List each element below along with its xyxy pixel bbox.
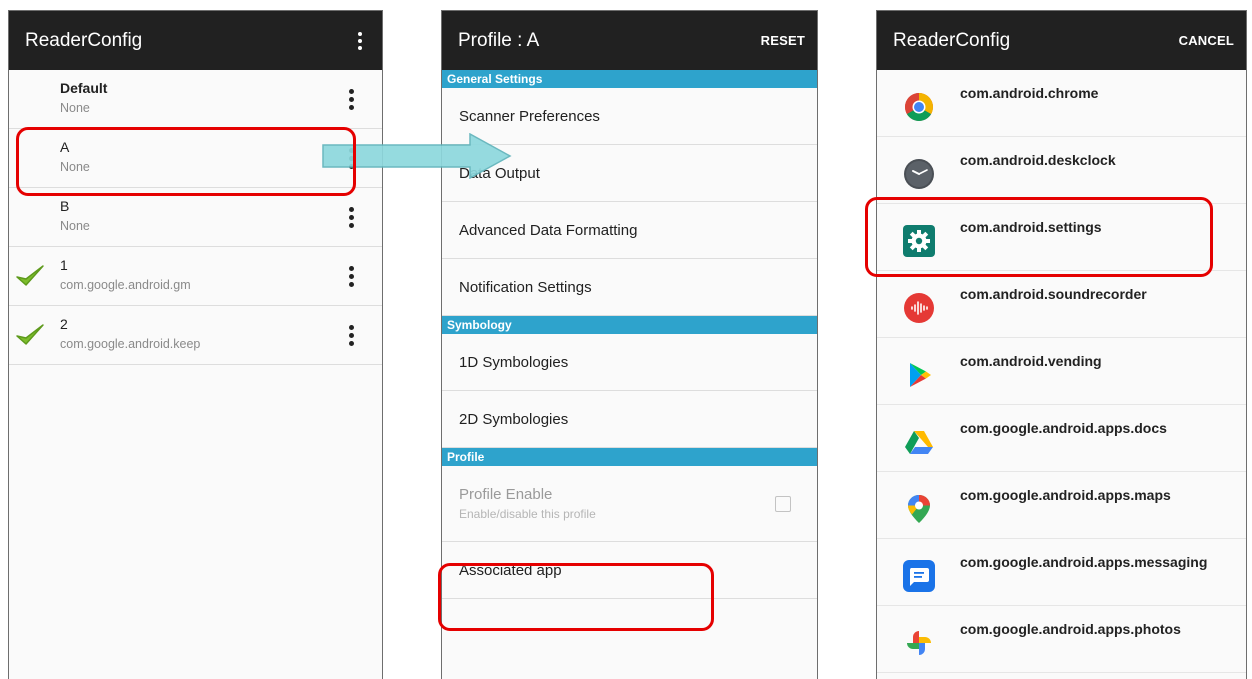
section-header-symbology: Symbology: [442, 316, 817, 334]
highlight-profile-a: [16, 127, 356, 196]
section-header-profile: Profile: [442, 448, 817, 466]
profile-name: 2: [60, 316, 68, 332]
app-title: ReaderConfig: [25, 29, 143, 51]
more-vert-icon: [341, 202, 361, 232]
profile-name: B: [60, 198, 70, 214]
profile-enable-label: Profile Enable: [459, 486, 553, 503]
profile-menu-button[interactable]: [341, 261, 361, 291]
profile-name: Default: [60, 80, 108, 96]
profile-enable-checkbox: [775, 496, 791, 512]
sound-recorder-icon: [904, 293, 934, 323]
active-check-icon: [16, 265, 44, 286]
symbologies-2d-item[interactable]: 2D Symbologies: [442, 391, 817, 448]
app-row-photos[interactable]: com.google.android.apps.photos: [877, 606, 1246, 673]
profile-row-b[interactable]: B None: [9, 188, 382, 247]
app-row-messaging[interactable]: com.google.android.apps.messaging: [877, 539, 1246, 606]
profile-list: Default None A None B None 1 com.google.…: [9, 70, 382, 365]
app-package-name: com.android.soundrecorder: [960, 286, 1147, 302]
profile-associated-app: com.google.android.keep: [60, 337, 201, 351]
profile-row-2[interactable]: 2 com.google.android.keep: [9, 306, 382, 365]
app-package-name: com.google.android.apps.photos: [960, 621, 1181, 637]
profile-menu-button[interactable]: [341, 202, 361, 232]
highlight-settings-app: [865, 197, 1213, 277]
more-vert-icon: [350, 26, 370, 56]
profile-list-screen: ReaderConfig Default None A None B None: [8, 10, 383, 679]
more-vert-icon: [341, 261, 361, 291]
profile-menu-button[interactable]: [341, 320, 361, 350]
drive-icon: [905, 431, 933, 454]
profile-row-default[interactable]: Default None: [9, 70, 382, 129]
maps-pin-icon: [908, 495, 930, 523]
app-bar: Profile : A RESET: [442, 11, 817, 70]
advanced-data-formatting-item[interactable]: Advanced Data Formatting: [442, 202, 817, 259]
app-list: com.android.chrome com.android.deskclock: [877, 70, 1246, 673]
cancel-button[interactable]: CANCEL: [1179, 11, 1234, 70]
profile-name: 1: [60, 257, 68, 273]
photos-pinwheel-icon: [907, 631, 931, 655]
profile-associated-app: None: [60, 101, 90, 115]
play-store-icon: [910, 363, 931, 387]
app-bar: ReaderConfig CANCEL: [877, 11, 1246, 70]
app-picker-screen: ReaderConfig CANCEL com.android.chrome c…: [876, 10, 1247, 679]
app-package-name: com.android.vending: [960, 353, 1102, 369]
app-title: ReaderConfig: [893, 29, 1011, 51]
overflow-menu-button[interactable]: [350, 11, 370, 70]
profile-associated-app: None: [60, 219, 90, 233]
section-header-general-settings: General Settings: [442, 70, 817, 88]
profile-enable-item: Profile Enable Enable/disable this profi…: [442, 466, 817, 542]
chrome-icon: [905, 93, 933, 121]
notification-settings-item[interactable]: Notification Settings: [442, 259, 817, 316]
app-title: Profile : A: [458, 29, 540, 51]
profile-enable-description: Enable/disable this profile: [459, 507, 596, 521]
app-row-vending[interactable]: com.android.vending: [877, 338, 1246, 405]
reset-button[interactable]: RESET: [761, 11, 805, 70]
app-package-name: com.google.android.apps.maps: [960, 487, 1171, 503]
app-row-docs[interactable]: com.google.android.apps.docs: [877, 405, 1246, 472]
symbologies-1d-item[interactable]: 1D Symbologies: [442, 334, 817, 391]
more-vert-icon: [341, 320, 361, 350]
app-row-soundrecorder[interactable]: com.android.soundrecorder: [877, 271, 1246, 338]
app-row-chrome[interactable]: com.android.chrome: [877, 70, 1246, 137]
profile-menu-button[interactable]: [341, 84, 361, 114]
app-package-name: com.google.android.apps.messaging: [960, 554, 1208, 570]
active-check-icon: [16, 324, 44, 345]
highlight-associated-app: [438, 563, 714, 631]
app-row-deskclock[interactable]: com.android.deskclock: [877, 137, 1246, 204]
app-package-name: com.android.deskclock: [960, 152, 1116, 168]
app-row-maps[interactable]: com.google.android.apps.maps: [877, 472, 1246, 539]
profile-row-1[interactable]: 1 com.google.android.gm: [9, 247, 382, 306]
app-package-name: com.android.chrome: [960, 85, 1099, 101]
app-bar: ReaderConfig: [9, 11, 382, 70]
more-vert-icon: [341, 84, 361, 114]
app-package-name: com.google.android.apps.docs: [960, 420, 1167, 436]
clock-icon: [904, 159, 934, 189]
messages-icon: [903, 560, 935, 592]
profile-associated-app: com.google.android.gm: [60, 278, 191, 292]
